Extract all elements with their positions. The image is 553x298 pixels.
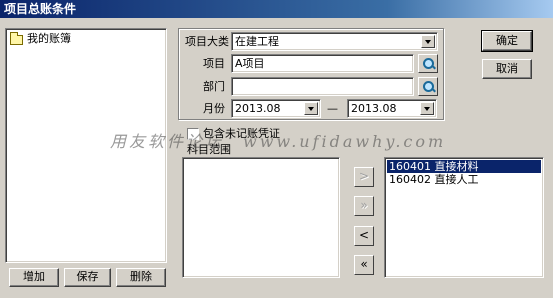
category-value: 在建工程 xyxy=(235,35,279,48)
cancel-button[interactable]: 取消 xyxy=(482,59,532,79)
month-separator: — xyxy=(327,102,338,115)
project-label: 项目 xyxy=(203,57,225,70)
project-value: A项目 xyxy=(235,57,265,70)
project-search-icon[interactable] xyxy=(418,54,438,73)
month-from-select[interactable]: 2013.08 xyxy=(231,99,321,118)
department-label: 部门 xyxy=(203,80,225,93)
subject-range-label: 科目范围 xyxy=(187,143,231,156)
subject-source-list[interactable] xyxy=(182,157,340,278)
category-select[interactable]: 在建工程 xyxy=(231,32,438,51)
save-button[interactable]: 保存 xyxy=(64,268,111,287)
chevron-down-icon[interactable] xyxy=(421,35,435,48)
month-label: 月份 xyxy=(203,102,225,115)
subject-code: 160401 xyxy=(389,160,431,173)
title-bar: 项目总账条件 xyxy=(0,0,553,18)
window-title: 项目总账条件 xyxy=(4,2,77,16)
category-label: 项目大类 xyxy=(185,35,229,48)
project-input[interactable]: A项目 xyxy=(231,54,414,73)
subject-code: 160402 xyxy=(389,173,431,186)
ok-button[interactable]: 确定 xyxy=(481,30,533,52)
list-item[interactable]: 160401 直接材料 xyxy=(387,160,541,173)
add-one-button[interactable]: > xyxy=(354,167,374,187)
account-tree[interactable] xyxy=(5,28,167,263)
add-button[interactable]: 增加 xyxy=(9,268,59,287)
subject-name: 直接材料 xyxy=(434,160,479,173)
include-unposted-label[interactable]: 包含未记账凭证 xyxy=(203,127,280,141)
department-input[interactable] xyxy=(231,77,414,96)
remove-one-button[interactable]: < xyxy=(354,226,374,246)
subject-selected-list[interactable]: 160401 直接材料 160402 直接人工 xyxy=(384,157,544,278)
subject-name: 直接人工 xyxy=(434,173,479,186)
list-item[interactable]: 160402 直接人工 xyxy=(387,173,541,186)
month-from-value: 2013.08 xyxy=(235,102,281,115)
department-search-icon[interactable] xyxy=(418,77,438,96)
remove-all-button[interactable]: « xyxy=(354,255,374,275)
month-to-value: 2013.08 xyxy=(351,102,397,115)
chevron-down-icon[interactable] xyxy=(420,102,434,115)
add-all-button[interactable]: » xyxy=(354,196,374,216)
include-unposted-checkbox[interactable] xyxy=(187,128,199,140)
chevron-down-icon[interactable] xyxy=(304,102,318,115)
month-to-select[interactable]: 2013.08 xyxy=(347,99,437,118)
tree-root-label[interactable]: 我的账簿 xyxy=(27,32,71,46)
delete-button[interactable]: 删除 xyxy=(116,268,166,287)
folder-icon xyxy=(10,32,23,45)
